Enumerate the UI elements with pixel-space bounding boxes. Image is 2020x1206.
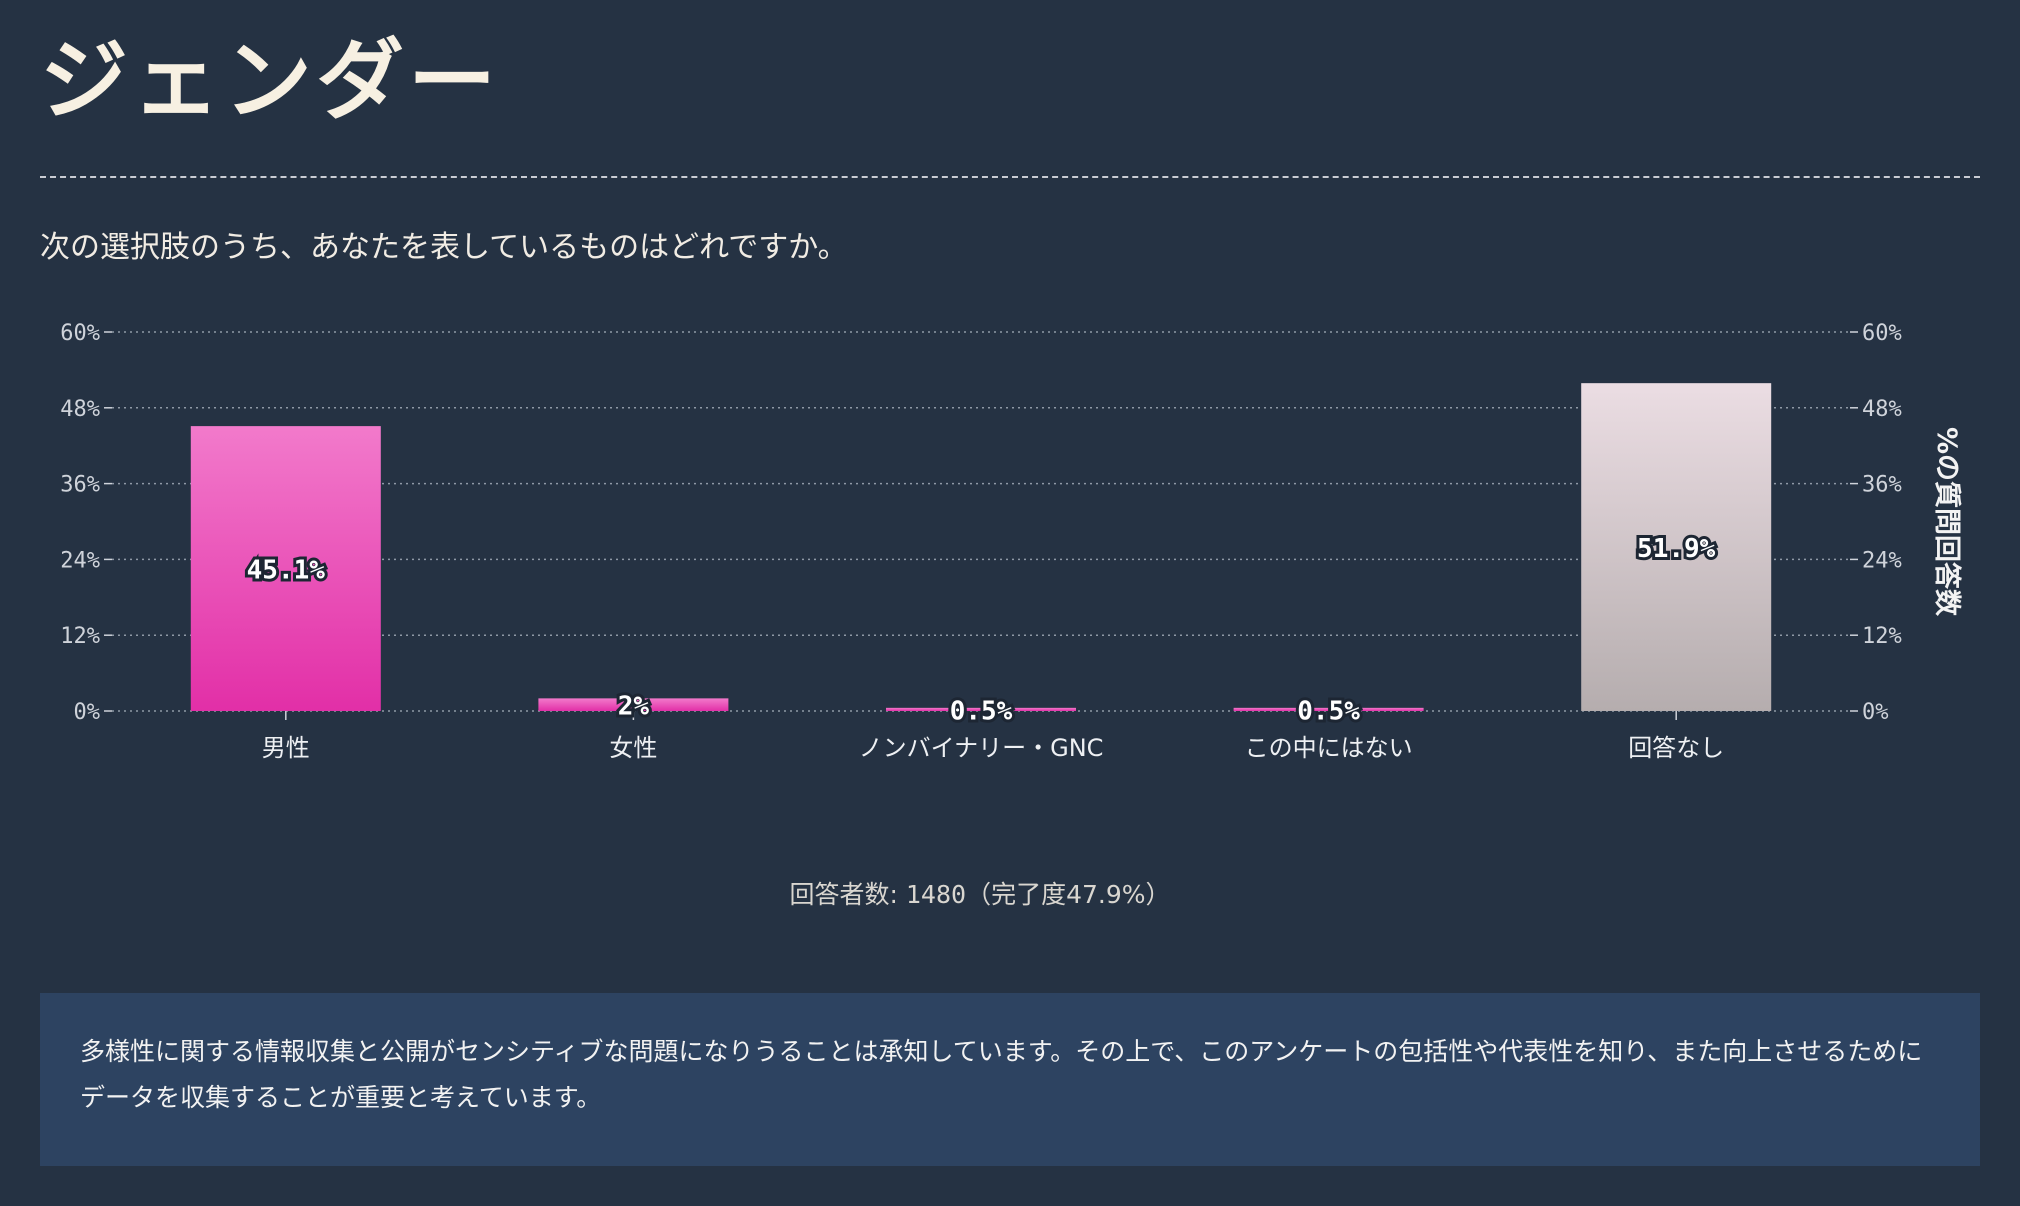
value-label: 2% [618,692,650,722]
value-label: 45.1% [247,556,326,586]
y-tick-label-right: 60% [1862,321,1902,346]
question-text: 次の選択肢のうち、あなたを表しているものはどれですか。 [40,230,848,265]
y-tick-label-left: 60% [60,321,100,346]
y-tick-label-left: 24% [60,548,100,573]
gender-bar-chart: 0% 0% 12% 12% 24% 24% 36% 36% 48% 48% 60% 60% 男性 45.1… [60,321,1963,762]
completion-rate: （完了度47.9%） [966,880,1171,909]
category-label: 回答なし [1628,734,1724,762]
value-label: 0.5% [1297,696,1360,726]
y-tick-label-right: 12% [1862,624,1902,649]
y-axis-label-right: %の質問回答数 [1931,427,1963,617]
category-label: 女性 [609,734,657,762]
y-tick-label-right: 36% [1862,473,1902,498]
y-tick-label-left: 0% [74,700,101,725]
respondent-count: 回答者数: 1480（完了度47.9%） [0,875,1960,911]
bars [190,383,1772,711]
y-tick-label-left: 36% [60,473,100,498]
dashed-divider [40,176,1980,178]
category-label: ノンバイナリー・GNC [859,734,1104,762]
note-box: 多様性に関する情報収集と公開がセンシティブな問題になりうることは承知しています。… [40,993,1980,1166]
y-tick-label-right: 24% [1862,548,1902,573]
value-label: 51.9% [1637,534,1716,564]
y-tick-label-right: 0% [1862,700,1889,725]
category-label: 男性 [262,734,310,762]
page-title: ジェンダー [40,29,501,132]
y-tick-label-left: 12% [60,624,100,649]
respondents-label: 回答者数: [789,880,898,909]
y-tick-label-right: 48% [1862,397,1902,422]
y-tick-label-left: 48% [60,397,100,422]
category-label: この中にはない [1245,734,1413,762]
value-label: 0.5% [950,696,1013,726]
respondents-number: 1480 [905,880,967,909]
